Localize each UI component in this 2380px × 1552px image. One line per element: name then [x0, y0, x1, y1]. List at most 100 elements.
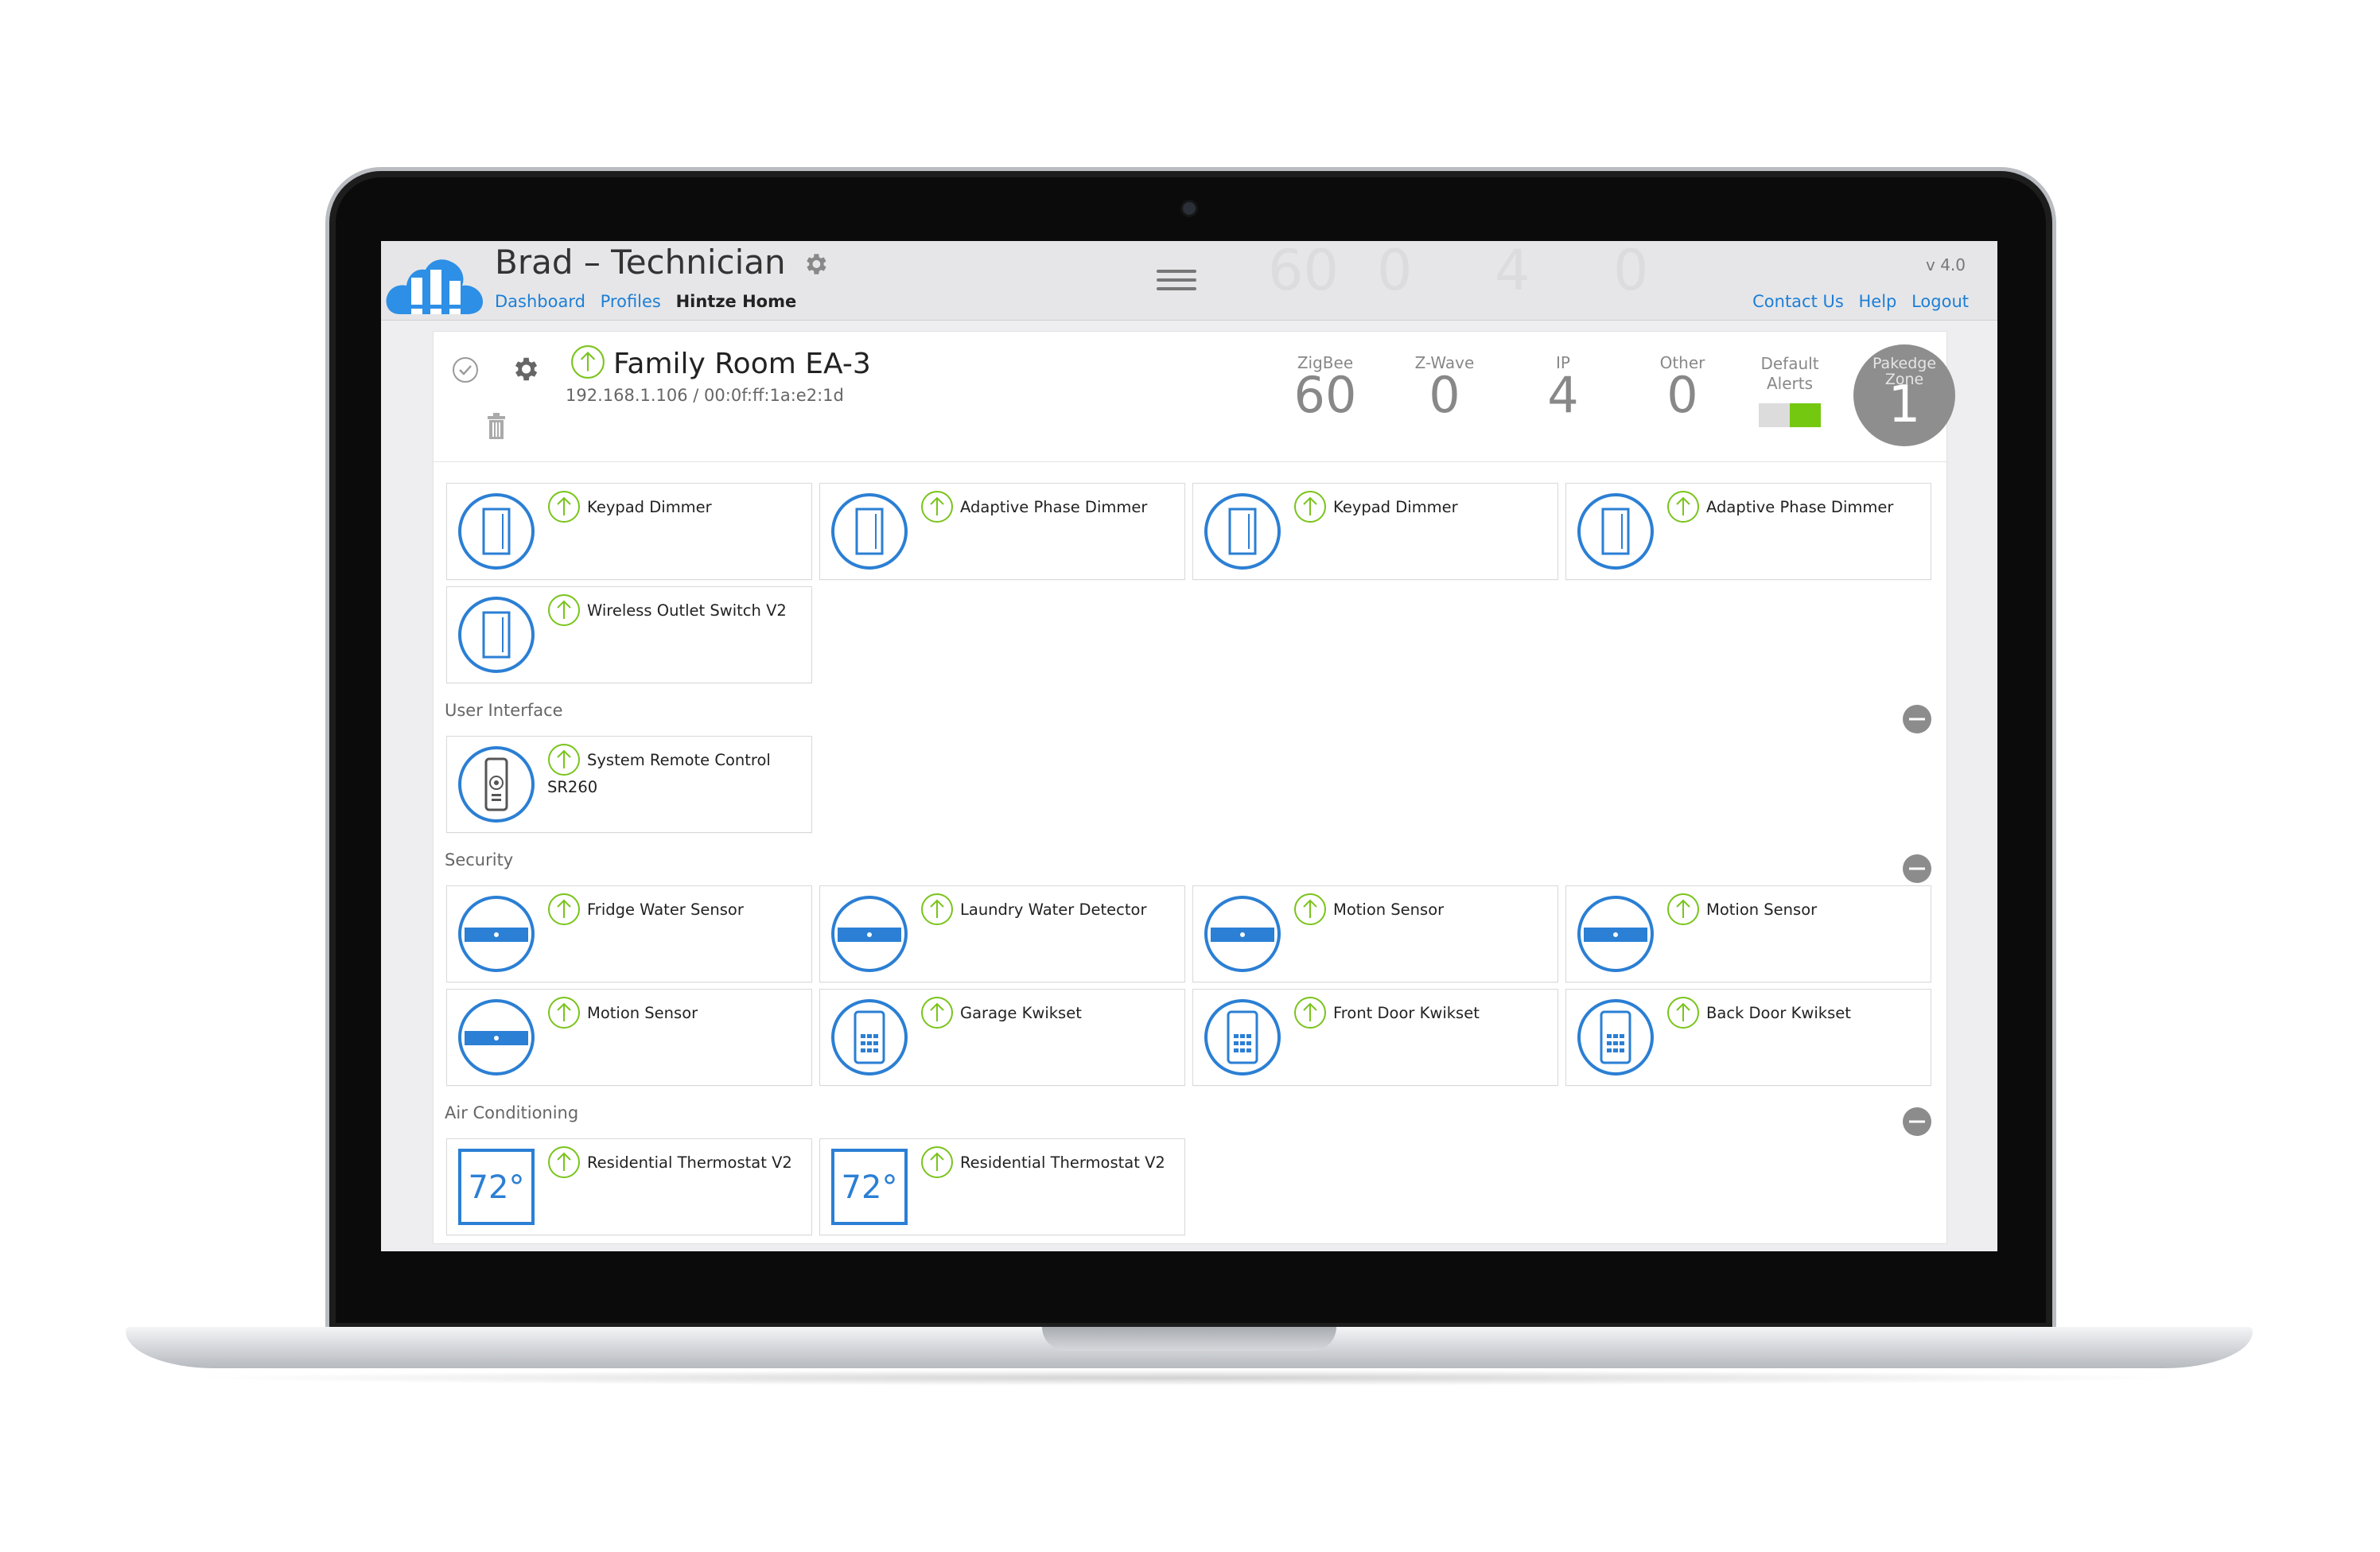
ghost-stat-other: 0 [1613, 241, 1649, 303]
device-card-name: System Remote Control SR260 [547, 751, 771, 796]
stat-value: 60 [1293, 366, 1357, 424]
collapse-section-icon[interactable] [1902, 854, 1932, 884]
app-screen: Brad – Technician Dashboard Profiles Hin… [381, 241, 1997, 1251]
device-title: Family Room EA-3 [613, 348, 871, 380]
device-card-name: Front Door Kwikset [1333, 1004, 1480, 1022]
switch-device-icon [457, 490, 536, 573]
sensor-device-icon [1576, 893, 1655, 975]
thermostat-icon: 72° [830, 1146, 909, 1228]
stat-zwave: Z-Wave 0 [1401, 354, 1488, 424]
stat-ip: IP 4 [1519, 354, 1607, 424]
pakedge-zone-badge: Pakedge Zone 1 [1853, 344, 1955, 446]
device-card[interactable]: Motion Sensor [446, 989, 812, 1086]
device-card[interactable]: Front Door Kwikset [1192, 989, 1558, 1086]
device-card-name: Laundry Water Detector [960, 900, 1147, 919]
device-card[interactable]: Keypad Dimmer [1192, 483, 1558, 580]
stat-other: Other 0 [1639, 354, 1726, 424]
thermostat-icon: 72° [457, 1146, 536, 1228]
sensor-device-icon [457, 996, 536, 1079]
alerts-switch[interactable] [1759, 403, 1821, 427]
switch-device-icon [457, 593, 536, 676]
ghost-stat-ip: 4 [1495, 241, 1530, 303]
device-card[interactable]: Laundry Water Detector [819, 885, 1185, 982]
device-card[interactable]: Wireless Outlet Switch V2 [446, 586, 812, 683]
laptop-shadow [183, 1370, 2195, 1386]
contact-us-link[interactable]: Contact Us [1752, 292, 1844, 311]
device-card-name: Residential Thermostat V2 [960, 1153, 1165, 1172]
keypad-lock-icon [1576, 996, 1655, 1079]
stat-zigbee: ZigBee 60 [1281, 354, 1369, 424]
switch-device-icon [1203, 490, 1282, 573]
device-address: 192.168.1.106 / 00:0f:ff:1a:e2:1d [566, 386, 844, 405]
ghost-stat-zwave: 0 [1377, 241, 1413, 303]
switch-device-icon [1576, 490, 1655, 573]
device-card-name: Motion Sensor [1333, 900, 1445, 919]
laptop-notch [1042, 1327, 1336, 1351]
help-link[interactable]: Help [1859, 292, 1897, 311]
svg-text:72°: 72° [842, 1169, 898, 1206]
camera-icon [1183, 202, 1196, 215]
nav-profiles-link[interactable]: Profiles [601, 292, 661, 311]
device-card[interactable]: System Remote Control SR260 [446, 736, 812, 833]
section-label-air-conditioning: Air Conditioning [445, 1103, 579, 1122]
settings-gear-icon[interactable] [802, 251, 829, 278]
cloud-logo-icon[interactable] [384, 246, 486, 316]
device-settings-gear-icon[interactable] [510, 354, 540, 384]
device-card[interactable]: 72° Residential Thermostat V2 [819, 1138, 1185, 1235]
device-card[interactable]: Motion Sensor [1192, 885, 1558, 982]
device-card[interactable]: Adaptive Phase Dimmer [1565, 483, 1931, 580]
device-card-name: Fridge Water Sensor [587, 900, 744, 919]
version-label: v 4.0 [1926, 255, 1966, 274]
alerts-label-line1: Default [1760, 354, 1819, 373]
ghost-stat-zigbee: 60 [1268, 241, 1340, 303]
device-card-name: Adaptive Phase Dimmer [960, 498, 1148, 516]
zone-label-line1: Pakedge [1872, 355, 1937, 372]
device-card[interactable]: Fridge Water Sensor [446, 885, 812, 982]
sensor-device-icon [830, 893, 909, 975]
device-card-name: Adaptive Phase Dimmer [1706, 498, 1894, 516]
keypad-lock-icon [1203, 996, 1282, 1079]
device-card-name: Wireless Outlet Switch V2 [587, 601, 787, 620]
remote-control-icon [457, 743, 536, 826]
nav-current-location: Hintze Home [675, 292, 797, 311]
trash-icon[interactable] [484, 413, 508, 440]
menu-hamburger-icon[interactable] [1157, 270, 1196, 292]
device-card[interactable]: Motion Sensor [1565, 885, 1931, 982]
device-card-name: Back Door Kwikset [1706, 1004, 1851, 1022]
device-card-name: Motion Sensor [587, 1004, 698, 1022]
stat-value: 0 [1429, 366, 1460, 424]
logout-link[interactable]: Logout [1911, 292, 1969, 311]
top-nav-links: Contact Us Help Logout [1743, 292, 1969, 311]
device-card-name: Keypad Dimmer [1333, 498, 1458, 516]
collapse-section-icon[interactable] [1902, 1107, 1932, 1137]
keypad-lock-icon [830, 996, 909, 1079]
default-alerts-toggle[interactable]: Default Alerts [1750, 354, 1830, 427]
device-card[interactable]: Keypad Dimmer [446, 483, 812, 580]
device-card-name: Residential Thermostat V2 [587, 1153, 792, 1172]
zone-value: 1 [1888, 375, 1921, 434]
device-card[interactable]: Adaptive Phase Dimmer [819, 483, 1185, 580]
device-card[interactable]: 72° Residential Thermostat V2 [446, 1138, 812, 1235]
nav-dashboard-link[interactable]: Dashboard [495, 292, 585, 311]
switch-device-icon [830, 490, 909, 573]
device-card[interactable]: Back Door Kwikset [1565, 989, 1931, 1086]
alerts-label-line2: Alerts [1766, 374, 1814, 393]
status-up-icon [571, 345, 605, 379]
device-header: Family Room EA-3 192.168.1.106 / 00:0f:f… [434, 332, 1955, 462]
section-label-security: Security [445, 850, 514, 869]
device-card-name: Motion Sensor [1706, 900, 1818, 919]
collapse-section-icon[interactable] [1902, 704, 1932, 734]
device-card[interactable]: Garage Kwikset [819, 989, 1185, 1086]
section-label-user-interface: User Interface [445, 701, 563, 720]
stat-value: 4 [1547, 366, 1579, 424]
check-circle-icon[interactable] [451, 356, 480, 384]
device-card-name: Keypad Dimmer [587, 498, 712, 516]
svg-text:72°: 72° [469, 1169, 525, 1206]
user-title: Brad – Technician [495, 243, 786, 282]
device-panel: Family Room EA-3 192.168.1.106 / 00:0f:f… [433, 331, 1955, 1244]
device-card-name: Garage Kwikset [960, 1004, 1082, 1022]
top-bar: Brad – Technician Dashboard Profiles Hin… [381, 241, 1997, 321]
sensor-device-icon [457, 893, 536, 975]
breadcrumb: Dashboard Profiles Hintze Home [495, 292, 796, 311]
stat-value: 0 [1666, 366, 1698, 424]
